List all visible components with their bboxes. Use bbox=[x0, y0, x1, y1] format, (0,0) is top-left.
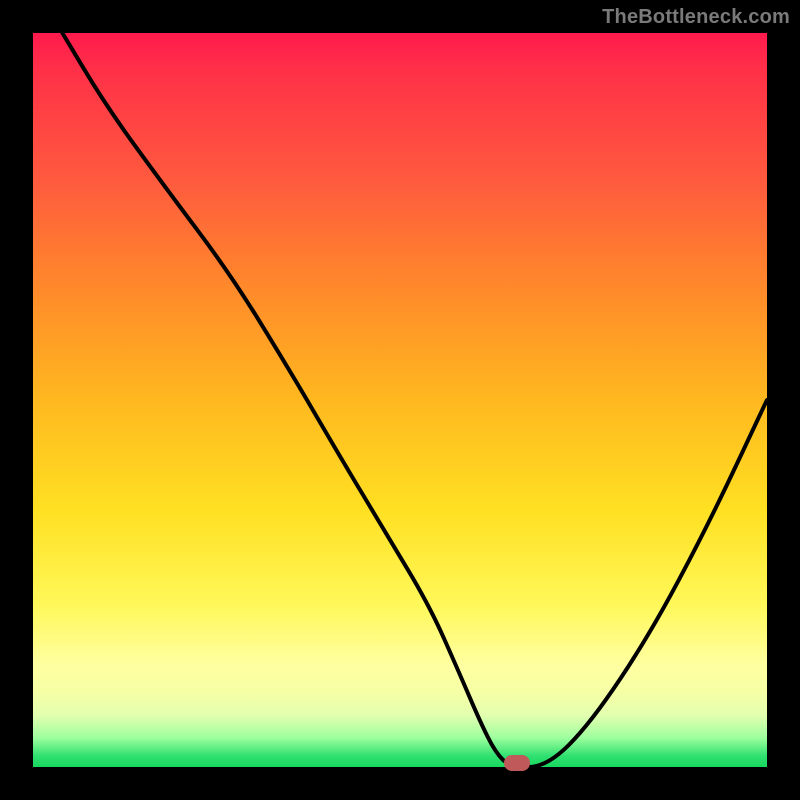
chart-container: TheBottleneck.com bbox=[0, 0, 800, 800]
watermark-text: TheBottleneck.com bbox=[602, 6, 790, 29]
optimal-point-marker bbox=[504, 755, 530, 771]
bottleneck-curve bbox=[62, 33, 767, 767]
plot-area bbox=[33, 33, 767, 767]
curve-svg bbox=[33, 33, 767, 767]
